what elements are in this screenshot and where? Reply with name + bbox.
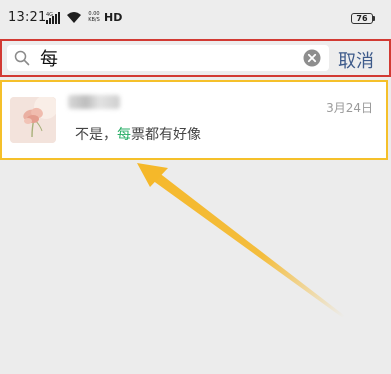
cellular-signal-icon: 4G <box>46 12 60 24</box>
search-box[interactable] <box>7 45 329 71</box>
message-suffix: 票都有好像 <box>131 127 201 143</box>
result-date: 3月24日 <box>326 101 373 115</box>
blurred-name <box>68 95 120 109</box>
avatar-image <box>10 97 56 143</box>
network-speed-unit: KB/S <box>88 17 100 23</box>
arrow-shaft <box>152 172 345 318</box>
status-time: 13:21 <box>8 10 47 25</box>
avatar <box>10 97 56 143</box>
wifi-icon <box>67 12 81 23</box>
result-message: 不是，每票都有好像 <box>75 124 201 144</box>
search-input[interactable] <box>40 47 290 69</box>
search-icon <box>14 50 30 66</box>
cancel-button[interactable]: 取消 <box>338 47 374 73</box>
clear-search-icon[interactable] <box>303 49 321 67</box>
hd-indicator: HD <box>104 11 123 24</box>
search-bar: 取消 <box>0 39 391 77</box>
battery-icon: 76 <box>351 13 375 24</box>
network-speed: 0.00 KB/S <box>86 11 102 23</box>
arrow-head <box>137 163 168 187</box>
status-bar: 13:21 4G 0.00 KB/S HD 76 <box>0 0 391 38</box>
message-prefix: 不是， <box>75 127 117 143</box>
search-result-item[interactable]: 3月24日 不是，每票都有好像 <box>0 80 388 160</box>
message-highlight: 每 <box>117 127 131 143</box>
contact-name <box>68 95 120 109</box>
